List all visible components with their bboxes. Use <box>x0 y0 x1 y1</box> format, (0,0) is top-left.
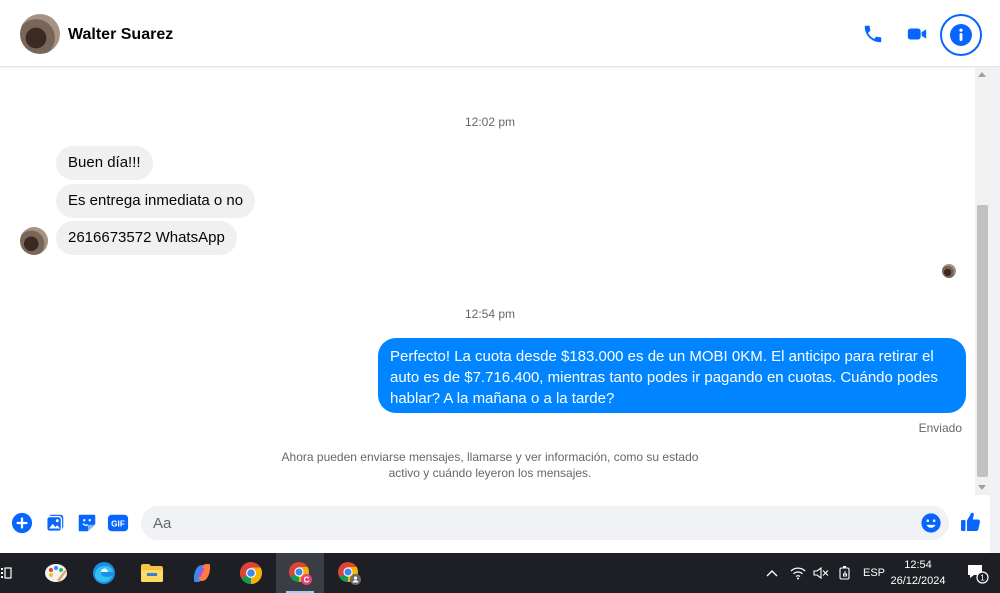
clock-date: 26/12/2024 <box>890 575 946 587</box>
scroll-down-arrow-icon[interactable] <box>978 485 986 490</box>
notification-center-button[interactable]: 1 <box>962 553 992 593</box>
taskbar-app-chrome-profile-c[interactable]: C <box>276 553 324 593</box>
edge-browser-icon <box>93 562 115 584</box>
gif-button[interactable]: GIF <box>107 512 129 534</box>
messenger-window: Walter Suarez 12:02 pm Buen día!!! Es en… <box>0 0 1000 593</box>
system-notice: Ahora pueden enviarse mensajes, llamarse… <box>281 450 699 480</box>
show-hidden-icons-button[interactable] <box>763 553 781 593</box>
scroll-up-arrow-icon[interactable] <box>978 72 986 77</box>
taskbar-app-edge[interactable] <box>80 553 128 593</box>
sticker-button[interactable] <box>76 512 98 534</box>
paint-palette-icon <box>45 564 67 582</box>
taskbar-app-chrome-profile-2[interactable] <box>325 553 373 593</box>
input-language-indicator[interactable]: ESP <box>860 553 888 593</box>
taskbar-app-paint[interactable] <box>32 553 80 593</box>
chrome-browser-icon: C <box>289 562 312 585</box>
read-receipt-avatar <box>942 264 956 278</box>
video-call-button[interactable] <box>902 19 932 49</box>
chrome-browser-icon <box>338 562 361 585</box>
conversation-info-button[interactable] <box>940 14 982 56</box>
thumbs-up-icon <box>961 512 981 531</box>
image-icon <box>46 514 64 532</box>
chrome-browser-icon <box>240 562 262 584</box>
incoming-message[interactable]: Es entrega inmediata o no <box>56 184 256 218</box>
profile-badge-letter: C <box>304 576 310 585</box>
chevron-up-icon <box>766 570 778 577</box>
volume-button[interactable] <box>811 553 831 593</box>
timestamp: 12:02 pm <box>464 115 516 129</box>
video-camera-icon <box>907 28 927 40</box>
window-edge <box>990 67 1000 553</box>
timestamp: 12:54 pm <box>464 307 516 321</box>
more-actions-button[interactable] <box>11 512 33 534</box>
notification-count: 1 <box>980 574 985 583</box>
plus-icon <box>11 512 33 534</box>
info-icon <box>950 24 972 46</box>
message-status: Enviado <box>918 421 962 435</box>
outgoing-message[interactable]: Perfecto! La cuota desde $183.000 es de … <box>378 338 966 413</box>
network-button[interactable] <box>788 553 808 593</box>
wifi-icon <box>790 567 806 580</box>
incoming-message[interactable]: 2616673572 WhatsApp <box>56 221 237 255</box>
battery-button[interactable] <box>835 553 855 593</box>
emoji-icon <box>921 513 941 533</box>
taskbar-app-copilot[interactable] <box>178 553 226 593</box>
taskbar-app-file-explorer[interactable] <box>128 553 176 593</box>
contact-name[interactable]: Walter Suarez <box>68 26 173 44</box>
message-scrollbar[interactable] <box>975 67 990 495</box>
message-composer: GIF <box>0 500 990 548</box>
copilot-icon <box>194 564 210 582</box>
scroll-thumb[interactable] <box>977 205 988 477</box>
chat-header: Walter Suarez <box>0 0 1000 67</box>
speaker-muted-icon <box>813 566 829 580</box>
clock-time: 12:54 <box>904 559 932 571</box>
system-clock[interactable]: 12:54 26/12/2024 <box>888 557 948 589</box>
incoming-message[interactable]: Buen día!!! <box>56 146 153 180</box>
gif-icon: GIF <box>107 514 129 532</box>
send-like-button[interactable] <box>959 510 983 534</box>
taskbar-app-chrome[interactable] <box>227 553 275 593</box>
attach-image-button[interactable] <box>44 512 66 534</box>
notification-icon: 1 <box>968 565 989 584</box>
battery-plug-icon <box>839 566 850 580</box>
windows-taskbar: C ESP 12:54 26/12/2024 1 <box>0 553 1000 593</box>
audio-call-button[interactable] <box>858 19 888 49</box>
message-input[interactable] <box>141 506 949 540</box>
gif-label: GIF <box>111 520 125 529</box>
task-view-icon <box>1 567 12 579</box>
sticker-icon <box>78 514 96 532</box>
task-view-button[interactable] <box>0 553 14 593</box>
folder-icon <box>141 564 163 582</box>
phone-icon <box>864 25 882 43</box>
emoji-button[interactable] <box>920 512 942 534</box>
contact-avatar[interactable] <box>20 14 60 54</box>
sender-avatar[interactable] <box>20 227 48 255</box>
